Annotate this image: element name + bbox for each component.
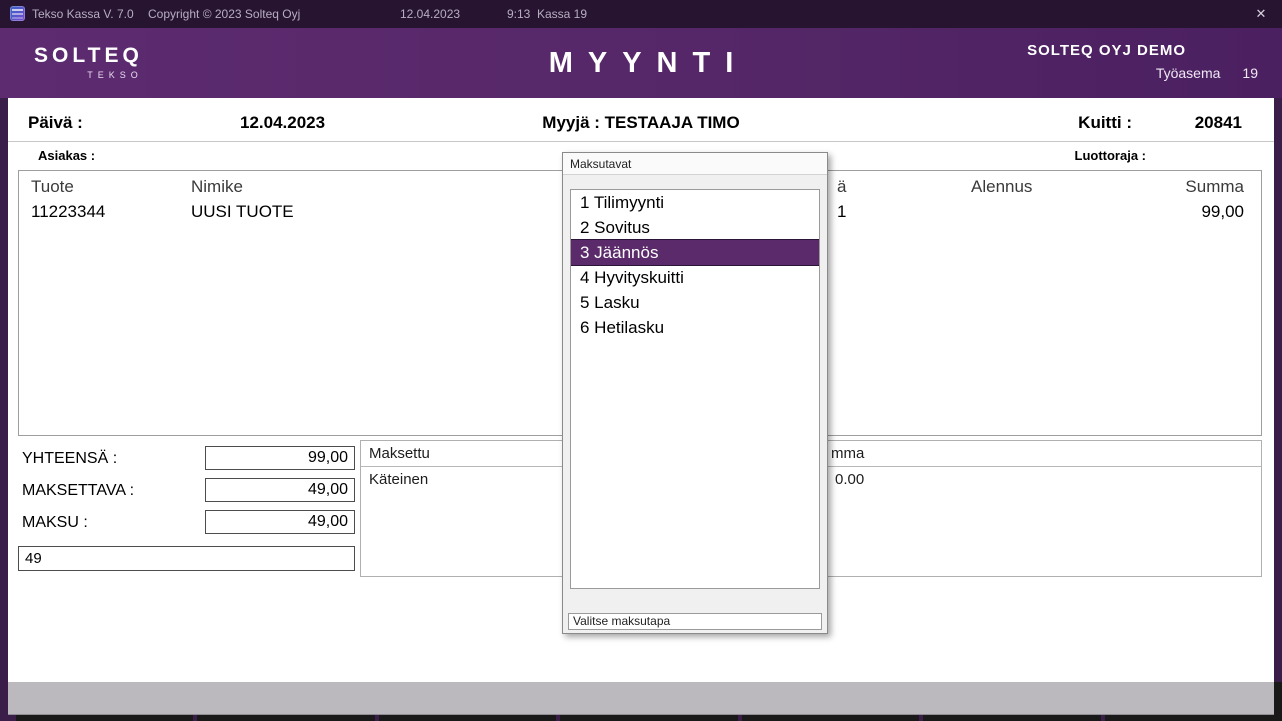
header-band: SOLTEQ TEKSO MYYNTI SOLTEQ OYJ DEMO Työa… [0,28,1282,98]
divider [8,141,1274,142]
titlebar: Tekso Kassa V. 7.0 Copyright © 2023 Solt… [0,0,1282,28]
dialog-titlebar[interactable]: Maksutavat [563,153,827,175]
col-header-qty-fragment: ä [837,177,846,197]
list-item-jaannos[interactable]: 3 Jäännös [571,240,819,265]
receipt-number: 20841 [1195,113,1242,133]
list-item-tilimyynti[interactable]: 1 Tilimyynti [571,190,819,215]
payment-methods-dialog: Maksutavat 1 Tilimyynti 2 Sovitus 3 Jään… [562,152,828,634]
list-item-hyvityskuitti[interactable]: 4 Hyvityskuitti [571,265,819,290]
payment-method-list: 1 Tilimyynti 2 Sovitus 3 Jäännös 4 Hyvit… [570,189,820,589]
window-title: Tekso Kassa V. 7.0 [32,7,134,21]
workstation-number: 19 [1242,65,1258,81]
close-icon[interactable]: ✕ [1250,5,1272,23]
amount-entry-input[interactable]: 49 [18,546,355,571]
payments-col-sum-fragment: mma [831,445,864,462]
payable-label: MAKSETTAVA : [22,482,134,500]
total-label: YHTEENSÄ : [22,450,117,468]
payment-row-sum-fragment: 0.00 [835,471,864,488]
cell-product-name: UUSI TUOTE [191,202,294,222]
receipt-label: Kuitti : [1078,113,1132,133]
payment-row-method: Käteinen [369,471,428,488]
cell-quantity: 1 [837,202,846,222]
credit-limit-label: Luottoraja : [1075,148,1147,163]
payment-label: MAKSU : [22,514,88,532]
col-header-name: Nimike [191,177,243,197]
register-label: Kassa 19 [537,7,587,21]
app-icon [10,6,25,21]
list-item-sovitus[interactable]: 2 Sovitus [571,215,819,240]
cell-sum: 99,00 [1201,202,1244,222]
titlebar-time: 9:13 [507,7,530,21]
total-field: 99,00 [205,446,355,470]
col-header-product: Tuote [31,177,74,197]
copyright-text: Copyright © 2023 Solteq Oyj [148,7,300,21]
list-item-lasku[interactable]: 5 Lasku [571,290,819,315]
header-right-info: SOLTEQ OYJ DEMO Työasema 19 [1027,42,1258,81]
cell-product-code: 11223344 [31,202,105,222]
workstation-label: Työasema [1156,65,1221,81]
titlebar-date: 12.04.2023 [400,7,460,21]
payable-field: 49,00 [205,478,355,502]
company-name: SOLTEQ OYJ DEMO [1027,42,1258,59]
payment-field: 49,00 [205,510,355,534]
col-header-sum: Summa [1185,177,1244,197]
app-window: Tekso Kassa V. 7.0 Copyright © 2023 Solt… [0,0,1282,721]
payments-col-method: Maksettu [369,445,430,462]
col-header-discount: Alennus [971,177,1032,197]
dialog-prompt: Valitse maksutapa [568,613,822,630]
customer-label: Asiakas : [38,148,95,163]
footer-strip [8,682,1274,715]
list-item-hetilasku[interactable]: 6 Hetilasku [571,315,819,340]
